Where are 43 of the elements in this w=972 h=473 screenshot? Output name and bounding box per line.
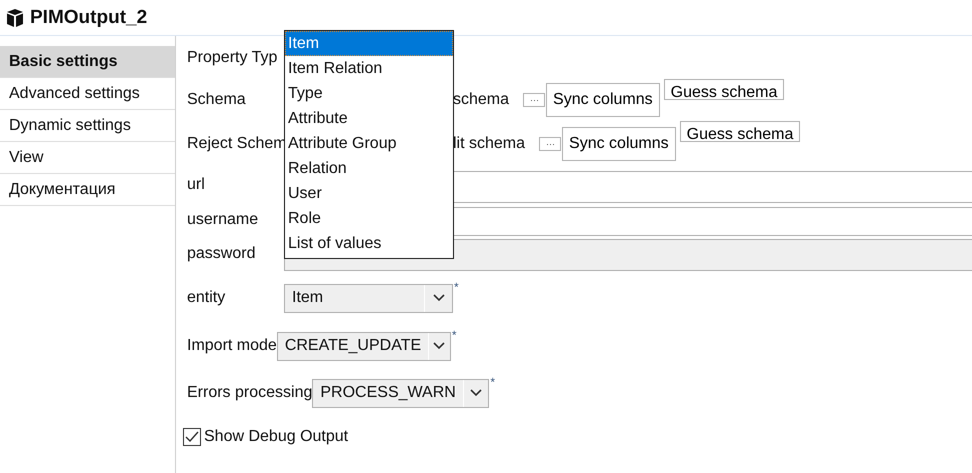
chevron-down-icon xyxy=(433,342,446,350)
guess-schema-button[interactable]: Guess schema xyxy=(664,79,784,100)
sync-columns-button[interactable]: Sync columns xyxy=(546,83,660,117)
dropdown-option[interactable]: User xyxy=(285,181,453,206)
browse-button[interactable]: ··· xyxy=(539,137,562,151)
dropdown[interactable]: PROCESS_WARN xyxy=(312,378,490,408)
dropdown-option[interactable]: Item Relation xyxy=(285,56,453,81)
field-label: Schema xyxy=(187,91,247,109)
dropdown-option[interactable]: Role xyxy=(285,206,453,231)
field-label: entity xyxy=(187,289,226,307)
browse-button[interactable]: ··· xyxy=(523,93,546,107)
dropdown-option[interactable]: Attribute Group xyxy=(285,131,453,156)
sidebar-item[interactable]: View xyxy=(0,142,175,174)
field-label: Property Typ xyxy=(187,48,278,66)
dropdown-option[interactable]: Attribute xyxy=(285,106,453,131)
field-label: url xyxy=(187,176,206,194)
edit-schema-label: lit schema xyxy=(453,135,526,153)
dropdown-option[interactable]: Item xyxy=(285,31,453,56)
component-icon xyxy=(6,8,24,28)
check-icon xyxy=(185,431,199,443)
edit-schema-label: schema xyxy=(453,91,510,109)
sidebar-item[interactable]: Advanced settings xyxy=(0,78,175,110)
sidebar-item[interactable]: Dynamic settings xyxy=(0,110,175,142)
chevron-down-icon xyxy=(432,294,444,302)
field-label: Errors processing xyxy=(187,384,312,402)
required-marker: * xyxy=(490,375,496,389)
sidebar-item[interactable]: Документация xyxy=(0,174,175,206)
required-marker: * xyxy=(454,280,459,294)
dropdown-option[interactable]: Type xyxy=(285,81,453,106)
dropdown[interactable]: Item xyxy=(284,284,453,312)
debug-checkbox[interactable]: Show Debug Output xyxy=(183,428,348,446)
field-label: Import mode xyxy=(187,337,277,355)
guess-schema-button[interactable]: Guess schema xyxy=(680,121,800,142)
field-label: username xyxy=(187,210,260,228)
dropdown[interactable]: CREATE_UPDATE xyxy=(276,332,451,360)
required-marker: * xyxy=(452,328,456,342)
sync-columns-button[interactable]: Sync columns xyxy=(562,127,676,161)
field-label: password xyxy=(187,244,256,262)
window-title: PIMOutput_2 xyxy=(30,6,148,28)
dropdown-option[interactable]: Relation xyxy=(285,156,453,181)
dropdown-option[interactable]: List of values xyxy=(285,231,453,256)
sidebar-item[interactable]: Basic settings xyxy=(0,46,175,78)
chevron-down-icon xyxy=(470,389,482,397)
